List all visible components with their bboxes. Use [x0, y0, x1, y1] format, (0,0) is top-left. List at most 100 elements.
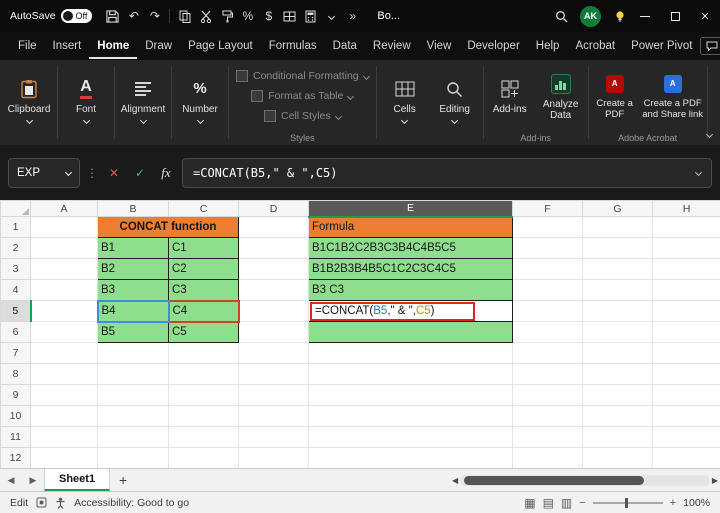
cell[interactable] [582, 300, 653, 322]
expand-formula-bar-icon[interactable] [694, 168, 703, 177]
cell[interactable] [582, 405, 653, 427]
format-painter-button[interactable] [216, 5, 237, 27]
cell[interactable] [582, 426, 653, 448]
cell[interactable] [30, 447, 98, 469]
cell[interactable] [168, 363, 239, 385]
select-all-corner[interactable] [0, 200, 31, 217]
menu-tab-home[interactable]: Home [89, 34, 138, 59]
cell[interactable] [238, 342, 309, 364]
cell[interactable] [652, 258, 720, 280]
cell[interactable] [512, 426, 583, 448]
cell[interactable] [582, 342, 653, 364]
minimize-button[interactable] [630, 0, 660, 32]
cell[interactable] [512, 300, 583, 322]
cell[interactable] [238, 279, 309, 301]
cell[interactable] [168, 405, 239, 427]
percent-style-button[interactable]: % [237, 5, 258, 27]
cell[interactable] [30, 342, 98, 364]
cell[interactable] [652, 363, 720, 385]
cell[interactable] [652, 447, 720, 469]
cell[interactable] [238, 300, 309, 322]
cell[interactable] [512, 258, 583, 280]
row-header-10[interactable]: 10 [0, 405, 31, 427]
cell-E6[interactable] [308, 321, 513, 343]
row-header-6[interactable]: 6 [0, 321, 31, 343]
conditional-formatting-button[interactable]: Conditional Formatting [232, 67, 373, 86]
row-header-11[interactable]: 11 [0, 426, 31, 448]
horizontal-scrollbar[interactable]: ◀ ▶ [450, 469, 720, 491]
accessibility-checker-button[interactable] [55, 497, 66, 509]
ribbon-editing-button[interactable]: Editing [430, 62, 480, 138]
ribbon-font-button[interactable]: A Font [61, 62, 111, 138]
cell[interactable] [168, 426, 239, 448]
cell[interactable] [582, 279, 653, 301]
cell-styles-button[interactable]: Cell Styles [260, 107, 345, 126]
cell-C5-referenced[interactable]: C4 [167, 299, 240, 323]
cell-C2[interactable]: C1 [168, 237, 239, 259]
cell[interactable] [512, 363, 583, 385]
row-header-3[interactable]: 3 [0, 258, 31, 280]
cell[interactable] [30, 258, 98, 280]
cell-E3[interactable]: B1B2B3B4B5C1C2C3C4C5 [308, 258, 513, 280]
cell[interactable] [582, 237, 653, 259]
cell-C3[interactable]: C2 [168, 258, 239, 280]
row-header-2[interactable]: 2 [0, 237, 31, 259]
cell[interactable] [582, 447, 653, 469]
scroll-right-icon[interactable]: ▶ [712, 476, 718, 485]
avatar[interactable]: AK [580, 5, 601, 27]
cell-C6[interactable]: C5 [168, 321, 239, 343]
row-header-5[interactable]: 5 [0, 300, 32, 322]
create-pdf-button[interactable]: A Create a PDF [592, 66, 638, 126]
cell-E4[interactable]: B3 C3 [308, 279, 513, 301]
cell[interactable] [652, 279, 720, 301]
zoom-slider[interactable] [592, 497, 663, 508]
cell[interactable] [30, 405, 98, 427]
insert-function-button[interactable]: fx [156, 165, 176, 181]
format-as-table-button[interactable]: Format as Table [247, 87, 357, 106]
cell[interactable] [238, 405, 309, 427]
cell[interactable] [308, 342, 513, 364]
cell-B2[interactable]: B1 [97, 237, 169, 259]
cell[interactable] [582, 216, 653, 238]
column-header-e[interactable]: E [308, 200, 513, 218]
accounting-format-button[interactable]: $ [258, 5, 279, 27]
cell[interactable] [238, 237, 309, 259]
cell-E2[interactable]: B1C1B2C2B3C3B4C4B5C5 [308, 237, 513, 259]
cell-B5-referenced[interactable]: B4 [96, 299, 170, 323]
formula-input[interactable]: =CONCAT(B5," & ",C5) [182, 157, 712, 188]
cell[interactable] [238, 321, 309, 343]
page-layout-view-button[interactable]: ▤ [543, 497, 554, 509]
menu-tab-review[interactable]: Review [365, 34, 419, 59]
cell-B3[interactable]: B2 [97, 258, 169, 280]
cell[interactable] [168, 447, 239, 469]
cell[interactable] [30, 237, 98, 259]
cell-C4[interactable]: C3 [168, 279, 239, 301]
sheet-nav-right-button[interactable]: ▶ [22, 469, 44, 491]
cell[interactable] [238, 363, 309, 385]
cut-button[interactable] [195, 5, 216, 27]
undo-button[interactable]: ↶ [123, 5, 144, 27]
cell[interactable] [97, 405, 169, 427]
confirm-entry-button[interactable]: ✓ [130, 166, 150, 180]
cell-B1-merged[interactable]: CONCAT function [97, 216, 239, 238]
cell[interactable] [30, 321, 98, 343]
cell[interactable] [30, 216, 98, 238]
cell[interactable] [238, 384, 309, 406]
sheet-nav-left-button[interactable]: ◀ [0, 469, 22, 491]
chevron-down-icon[interactable] [321, 5, 342, 27]
cell[interactable] [512, 321, 583, 343]
cell[interactable] [652, 342, 720, 364]
cell[interactable] [512, 216, 583, 238]
column-header-f[interactable]: F [512, 200, 583, 217]
cell[interactable] [30, 426, 98, 448]
row-header-1[interactable]: 1 [0, 216, 31, 238]
page-break-view-button[interactable]: ▥ [561, 497, 572, 509]
redo-button[interactable]: ↷ [144, 5, 165, 27]
macro-record-button[interactable] [36, 497, 47, 508]
cell[interactable] [652, 384, 720, 406]
cell[interactable] [238, 426, 309, 448]
cell[interactable] [238, 258, 309, 280]
menu-tab-data[interactable]: Data [325, 34, 365, 59]
menu-tab-insert[interactable]: Insert [45, 34, 90, 59]
new-sheet-button[interactable]: + [110, 469, 136, 491]
